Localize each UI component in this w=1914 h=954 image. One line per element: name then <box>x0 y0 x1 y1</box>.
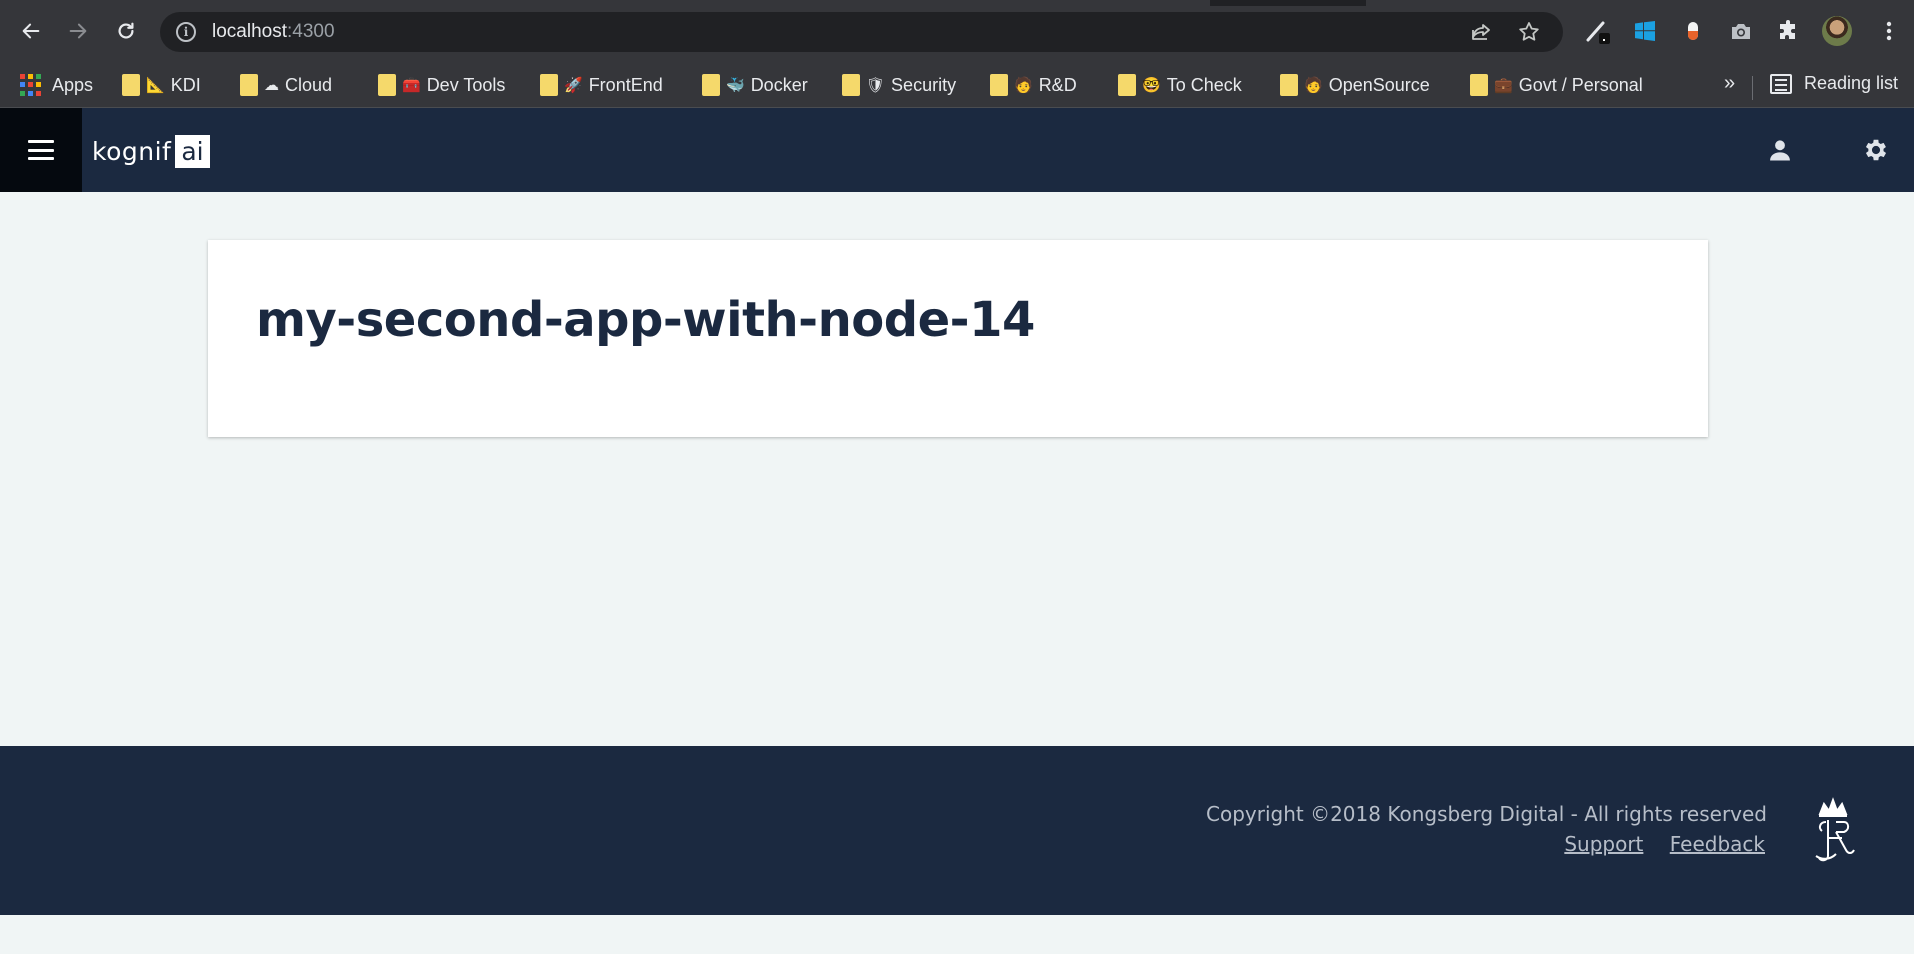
url-text[interactable]: localhost:4300 <box>212 21 335 43</box>
cloud-icon: ☁ <box>264 77 279 94</box>
bookmarks-bar: Apps 📐 KDI ☁ Cloud 🧰 Dev Tools 🚀 FrontEn… <box>0 62 1914 108</box>
arrow-left-icon <box>22 23 40 39</box>
copyright-text: Copyright ©2018 Kongsberg Digital - All … <box>1206 802 1767 826</box>
reading-list-icon <box>1770 73 1792 94</box>
bookmark-label: KDI <box>170 74 201 95</box>
bookmark-label: Security <box>891 74 957 95</box>
bookmark-label: Govt / Personal <box>1518 74 1643 95</box>
rocket-icon: 🚀 <box>564 77 583 94</box>
folder-icon <box>240 74 258 96</box>
user-icon[interactable] <box>1766 136 1794 164</box>
bookmark-label: Cloud <box>285 74 333 95</box>
camera-extension-icon[interactable] <box>1726 16 1756 46</box>
bookmark-folder-frontend[interactable]: 🚀 FrontEnd <box>540 73 663 97</box>
url-port: :4300 <box>287 21 335 42</box>
reload-button[interactable] <box>109 14 143 48</box>
footer: Copyright ©2018 Kongsberg Digital - All … <box>0 746 1914 915</box>
reading-list-button[interactable]: Reading list <box>1770 73 1898 94</box>
logo-text: kognif <box>92 137 172 166</box>
main-content: my-second-app-with-node-14 <box>0 192 1914 746</box>
nerd-face-icon: 🤓 <box>1142 77 1161 94</box>
bookmark-label: Docker <box>750 74 808 95</box>
logo-box: ai <box>175 135 210 168</box>
profile-avatar[interactable] <box>1822 16 1852 46</box>
folder-icon <box>842 74 860 96</box>
puzzle-extensions-icon[interactable] <box>1774 16 1804 46</box>
bookmark-apps[interactable]: Apps <box>20 73 93 97</box>
share-icon[interactable] <box>1469 20 1493 44</box>
bookmark-folder-govt-personal[interactable]: 💼 Govt / Personal <box>1470 73 1643 97</box>
bookmark-label: R&D <box>1038 74 1077 95</box>
star-icon[interactable] <box>1517 20 1541 44</box>
folder-icon <box>540 74 558 96</box>
technologist-icon: 🧑 <box>1304 77 1323 94</box>
toolbox-icon: 🧰 <box>402 77 421 94</box>
hamburger-icon <box>28 140 54 160</box>
pill-extension-icon[interactable] <box>1678 16 1708 46</box>
tab-strip <box>0 0 1914 6</box>
active-tab[interactable] <box>0 0 1210 6</box>
bookmark-folder-security[interactable]: 🛡 Security <box>842 73 956 97</box>
address-bar[interactable]: i localhost:4300 <box>160 12 1563 52</box>
inactive-tab[interactable] <box>1366 0 1914 6</box>
back-button[interactable] <box>14 14 48 48</box>
bookmark-folder-cloud[interactable]: ☁ Cloud <box>240 73 332 97</box>
folder-icon <box>702 74 720 96</box>
ruler-icon: 📐 <box>146 77 165 94</box>
info-icon[interactable]: i <box>176 22 196 42</box>
kongsberg-crown-logo-icon <box>1815 797 1855 862</box>
bookmark-label: FrontEnd <box>588 74 663 95</box>
folder-icon <box>1118 74 1136 96</box>
pen-extension-icon[interactable] <box>1583 16 1613 46</box>
footer-links: Support Feedback <box>1544 832 1765 856</box>
bookmark-folder-docker[interactable]: 🐳 Docker <box>702 73 808 97</box>
apps-grid-icon <box>20 74 42 96</box>
bookmark-label: OpenSource <box>1328 74 1430 95</box>
url-host: localhost <box>212 21 287 42</box>
kebab-menu-icon[interactable] <box>1874 16 1904 46</box>
bookmark-label: Dev Tools <box>426 74 506 95</box>
reading-list-label: Reading list <box>1804 73 1899 93</box>
bookmark-folder-rnd[interactable]: 🧑 R&D <box>990 73 1077 97</box>
gear-icon[interactable] <box>1862 136 1890 164</box>
folder-icon <box>1470 74 1488 96</box>
arrow-right-icon <box>69 23 87 39</box>
support-link[interactable]: Support <box>1564 832 1643 856</box>
menu-toggle-button[interactable] <box>0 108 82 192</box>
bookmark-folder-dev-tools[interactable]: 🧰 Dev Tools <box>378 73 505 97</box>
bookmarks-divider <box>1752 76 1753 100</box>
forward-button[interactable] <box>61 14 95 48</box>
bookmark-label: To Check <box>1166 74 1242 95</box>
bookmark-label: Apps <box>52 74 94 95</box>
bookmark-folder-opensource[interactable]: 🧑 OpenSource <box>1280 73 1430 97</box>
bookmarks-overflow-button[interactable]: » <box>1724 72 1735 95</box>
folder-icon <box>1280 74 1298 96</box>
avatar <box>1822 16 1852 46</box>
feedback-link[interactable]: Feedback <box>1670 832 1765 856</box>
folder-icon <box>990 74 1008 96</box>
page-title: my-second-app-with-node-14 <box>256 292 1035 348</box>
folder-icon <box>378 74 396 96</box>
whale-icon: 🐳 <box>726 77 745 94</box>
reload-icon <box>118 22 134 39</box>
shield-icon: 🛡 <box>866 77 886 94</box>
bookmark-folder-to-check[interactable]: 🤓 To Check <box>1118 73 1242 97</box>
bookmark-folder-kdi[interactable]: 📐 KDI <box>122 73 201 97</box>
title-card: my-second-app-with-node-14 <box>208 240 1708 437</box>
windows-extension-icon[interactable] <box>1630 16 1660 46</box>
scientist-icon: 🧑 <box>1014 77 1033 94</box>
app-logo[interactable]: kognif ai <box>92 135 210 168</box>
briefcase-icon: 💼 <box>1494 77 1513 94</box>
browser-toolbar: i localhost:4300 <box>0 0 1914 62</box>
bottom-spacer <box>0 915 1914 954</box>
folder-icon <box>122 74 140 96</box>
app-header: kognif ai <box>0 108 1914 192</box>
